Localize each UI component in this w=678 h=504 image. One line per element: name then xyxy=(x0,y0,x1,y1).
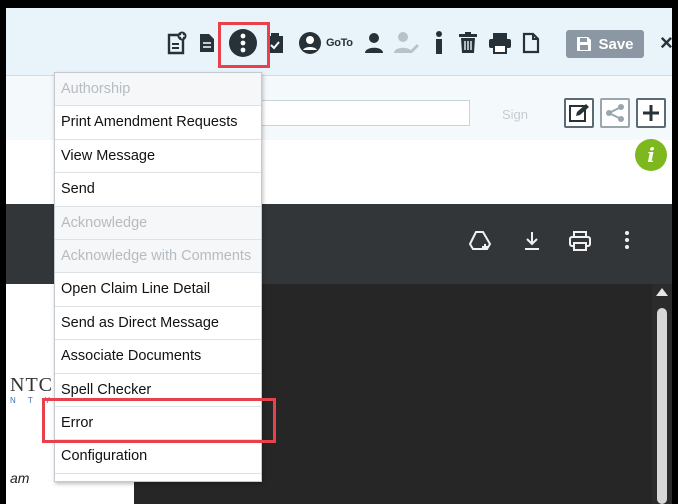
new-document-icon[interactable] xyxy=(166,28,188,58)
viewer-print-icon[interactable] xyxy=(568,230,592,257)
info-badge-icon[interactable]: i xyxy=(635,139,667,171)
sign-label: Sign xyxy=(502,107,529,122)
menu-item-authorship: Authorship xyxy=(55,73,261,107)
share-icon xyxy=(606,104,624,122)
add-button[interactable] xyxy=(636,98,666,128)
highlight-box-more-options xyxy=(218,22,270,68)
user-circle-icon[interactable] xyxy=(298,28,322,58)
download-icon[interactable] xyxy=(522,230,542,257)
menu-item-acknowledge-with-comments: Acknowledge with Comments xyxy=(55,239,261,274)
viewer-scrollbar[interactable] xyxy=(652,284,672,504)
add-to-drive-icon[interactable] xyxy=(468,230,492,257)
menu-item-configuration[interactable]: Configuration xyxy=(55,440,261,474)
top-toolbar: GoTo Save × xyxy=(6,8,672,76)
menu-item-open-claim-line-detail[interactable]: Open Claim Line Detail xyxy=(55,273,261,307)
trash-icon[interactable] xyxy=(458,28,478,58)
signature-input[interactable] xyxy=(258,100,470,126)
menu-item-acknowledge: Acknowledge xyxy=(55,206,261,240)
document-logo-text: NTC xyxy=(10,374,53,396)
menu-item-print-amendment-requests[interactable]: Print Amendment Requests xyxy=(55,106,261,140)
plus-icon xyxy=(643,105,659,121)
menu-item-associate-documents[interactable]: Associate Documents xyxy=(55,340,261,374)
user-edit-icon[interactable] xyxy=(394,28,420,58)
viewer-more-icon[interactable] xyxy=(624,230,630,255)
info-icon[interactable] xyxy=(434,28,444,58)
user-icon[interactable] xyxy=(364,28,384,58)
document-icon[interactable] xyxy=(198,28,216,58)
edit-note-button[interactable] xyxy=(564,98,594,128)
save-label: Save xyxy=(598,35,634,53)
goto-button[interactable]: GoTo xyxy=(326,28,353,58)
scroll-up-arrow-icon[interactable] xyxy=(656,288,668,296)
share-button[interactable] xyxy=(600,98,630,128)
save-button[interactable]: Save xyxy=(566,30,644,58)
scroll-thumb[interactable] xyxy=(657,308,667,504)
highlight-box-error-item xyxy=(42,398,276,443)
floppy-disk-icon xyxy=(577,37,592,51)
application-window: GoTo Save × Sign i NTC N T Y am Authorsh… xyxy=(6,8,672,504)
document-text-fragment: am xyxy=(10,470,30,486)
close-button[interactable]: × xyxy=(660,30,672,56)
blank-page-icon[interactable] xyxy=(522,28,540,58)
menu-item-send-as-direct-message[interactable]: Send as Direct Message xyxy=(55,307,261,341)
print-icon[interactable] xyxy=(488,28,512,58)
edit-icon xyxy=(569,104,589,122)
menu-item-view-message[interactable]: View Message xyxy=(55,140,261,174)
menu-item-send[interactable]: Send xyxy=(55,173,261,207)
